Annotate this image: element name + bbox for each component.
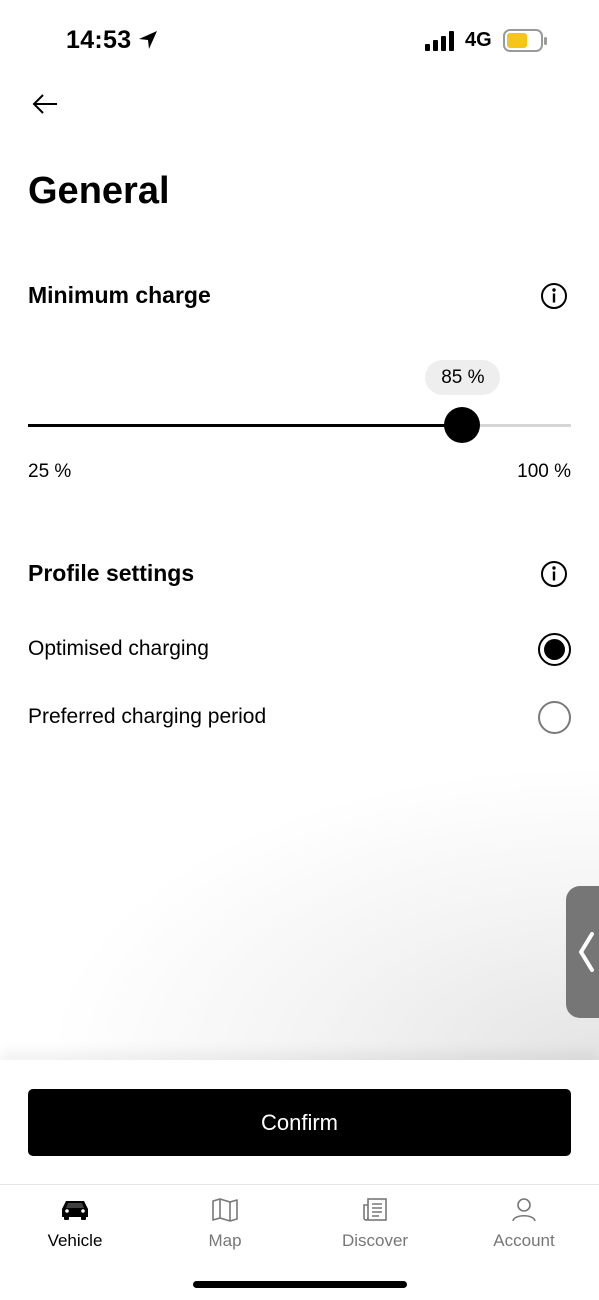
page-title: General	[28, 170, 170, 212]
side-panel-handle[interactable]	[566, 886, 599, 1018]
chevron-left-icon	[579, 932, 594, 972]
radio-preferred-charging-period[interactable]	[538, 701, 571, 734]
slider-min-label: 25 %	[28, 461, 72, 482]
profile-settings-info-icon[interactable]	[540, 560, 568, 588]
back-button[interactable]	[30, 90, 60, 120]
minimum-charge-title: Minimum charge	[28, 282, 211, 308]
profile-settings-title: Profile settings	[28, 560, 195, 586]
newspaper-icon	[363, 1198, 387, 1221]
status-bar: 14:53 4G	[0, 0, 599, 80]
signal-bars-icon	[425, 31, 457, 56]
slider-max-label: 100 %	[517, 461, 571, 482]
slider-thumb[interactable]	[444, 407, 481, 443]
option-label-optimised-charging[interactable]: Optimised charging	[28, 637, 209, 661]
tab-label: Map	[208, 1231, 242, 1250]
location-arrow-icon	[137, 29, 159, 56]
radio-optimised-charging[interactable]	[538, 633, 571, 666]
minimum-charge-info-icon[interactable]	[540, 282, 568, 310]
battery-icon	[503, 29, 549, 58]
tab-label: Account	[493, 1231, 555, 1250]
tab-vehicle[interactable]: Vehicle	[15, 1197, 135, 1261]
background-shade	[0, 740, 599, 1060]
user-icon	[512, 1198, 536, 1222]
slider-value-bubble: 85 %	[425, 360, 501, 395]
map-icon	[212, 1198, 238, 1222]
tab-label: Discover	[341, 1231, 409, 1250]
tab-label: Vehicle	[47, 1231, 103, 1250]
network-type: 4G	[465, 29, 492, 51]
tab-discover[interactable]: Discover	[315, 1197, 435, 1261]
tab-account[interactable]: Account	[464, 1197, 584, 1261]
confirm-button[interactable]: Confirm	[28, 1089, 571, 1156]
option-label-preferred-charging-period[interactable]: Preferred charging period	[28, 705, 266, 729]
car-icon	[62, 1201, 88, 1220]
arrow-left-icon	[32, 94, 57, 114]
tab-map[interactable]: Map	[165, 1197, 285, 1261]
slider-fill	[28, 424, 463, 427]
status-time: 14:53	[66, 26, 132, 54]
home-indicator	[193, 1281, 407, 1288]
